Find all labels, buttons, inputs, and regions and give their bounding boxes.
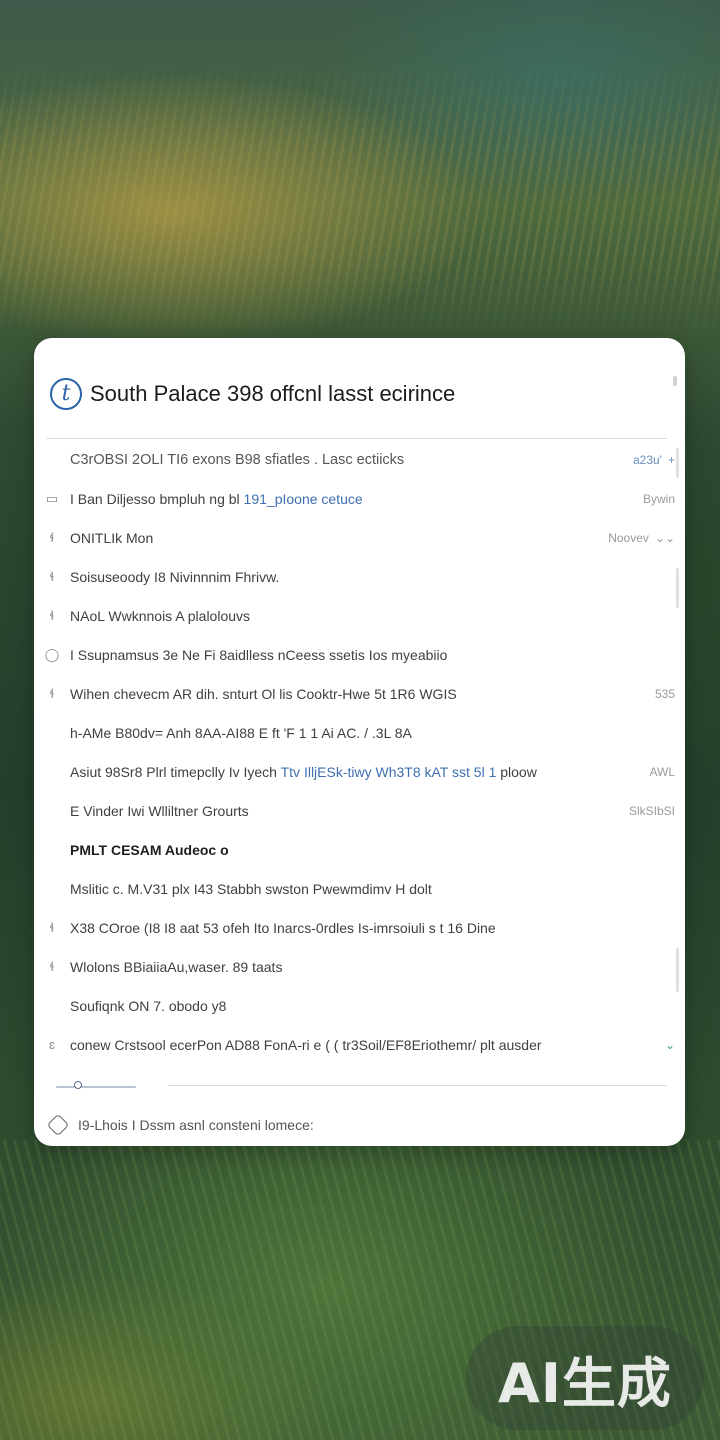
row-icon: ɬ [50,686,54,701]
card-footer[interactable]: I9-Lhois I Dssm asnl consteni lomece: [46,1112,669,1138]
list-item[interactable]: Asiut 98Sr8 Plrl timepclly Iv Iyech Ttv … [34,752,685,791]
chevron-down-icon[interactable]: ⌄⌄ [655,531,675,545]
background-grass-top [0,60,720,340]
list-item[interactable]: ɛ conew Crstsool ecerPon AD88 FonA-ri e … [34,1025,685,1064]
header-divider [46,438,667,439]
add-icon[interactable]: + [668,453,675,467]
list-item[interactable]: Soufiqnk ON 7. obodo y8 [34,986,685,1025]
list: C3rOBSI 2OLI TI6 exons B98 sfiatles . La… [34,440,685,1064]
list-item-meta: a23u' + [633,453,675,467]
list-item[interactable]: E Vinder Iwi Wlliltner Grourts SlkSIbSI [34,791,685,830]
row-value: a23u' [632,452,662,467]
row-value: Noovev [608,530,649,545]
list-item[interactable]: ɬ X38 COroe (I8 I8 aat 53 ofeh Ito Inarc… [34,908,685,947]
list-item-meta: Noovev ⌄⌄ [608,531,675,545]
circle-icon: ◯ [44,646,60,662]
list-item-label: I Ssupnamsus 3e Ne Fi 8aidlless nCeess s… [70,646,448,663]
list-item-label: Wihen chevecm AR dih. snturt Ol lis Cook… [70,685,457,702]
chevron-icon[interactable]: ⌄ [665,1038,675,1052]
row-icon: ɛ [49,1037,55,1052]
list-item-label: ONITLIk Mon [70,529,154,546]
list-item[interactable]: ɬ NAoL Wwknnois A plalolouvs [34,596,685,635]
row-icon: ɬ [50,920,54,935]
list-item[interactable]: Mslitic c. M.V31 plx I43 Stabbh swston P… [34,869,685,908]
card-header: t South Palace 398 offcnl lasst ecirince [50,372,669,416]
slider-track [56,1086,136,1088]
list-item-meta: ⌄ [665,1038,675,1052]
list-item-link[interactable]: 191_pIoone cetuce [244,491,363,507]
list-item-label: Asiut 98Sr8 Plrl timepclly Iv Iyech Ttv … [70,763,537,780]
list-item-label: X38 COroe (I8 I8 aat 53 ofeh Ito Inarcs-… [70,919,496,936]
scrollbar[interactable] [676,448,679,478]
slider-handle[interactable] [74,1081,82,1089]
list-item-label: h-AMe B80dv= Anh 8AA-AI88 E ft 'F 1 1 Ai… [70,724,412,741]
list-item[interactable]: ɬ ONITLIk Mon Noovev ⌄⌄ [34,518,685,557]
list-item[interactable]: ɬ Wihen chevecm AR dih. snturt Ol lis Co… [34,674,685,713]
list-item-label: Soufiqnk ON 7. obodo y8 [70,997,227,1014]
row-icon: ɬ [50,569,54,584]
list-item[interactable]: ɬ Wlolons BBiaiiaAu,waser. 89 taats [34,947,685,986]
list-item-meta: 535 [654,686,675,701]
list-item-meta: SlkSIbSI [628,803,675,818]
progress-slider[interactable] [56,1081,136,1090]
list-item-label: E Vinder Iwi Wlliltner Grourts [70,802,249,819]
list-item-meta: AWL [649,764,675,779]
card-title: South Palace 398 offcnl lasst ecirince [90,381,456,406]
ai-generated-badge: AI生成 [466,1326,704,1430]
list-item-label: PMLT CESAM Audeoc o [70,841,229,858]
list-item-link[interactable]: Ttv IlljESk-tiwy Wh3T8 kAT sst 5l 1 [281,764,497,780]
footer-text: I9-Lhois I Dssm asnl consteni lomece: [78,1117,314,1133]
tag-icon [46,1113,70,1137]
app-logo-icon: t [50,378,82,410]
list-item[interactable]: C3rOBSI 2OLI TI6 exons B98 sfiatles . La… [34,440,685,479]
list-item-label: Wlolons BBiaiiaAu,waser. 89 taats [70,958,283,975]
list-item-label: I Ban Diljesso bmpluh ng bl 191_pIoone c… [70,490,363,507]
row-icon: ɬ [50,959,54,974]
list-item[interactable]: ▭ I Ban Diljesso bmpluh ng bl 191_pIoone… [34,479,685,518]
list-item[interactable]: ◯ I Ssupnamsus 3e Ne Fi 8aidlless nCeess… [34,635,685,674]
list-item-label: conew Crstsool ecerPon AD88 FonA-ri e ( … [70,1036,542,1053]
list-item-meta: Bywin [642,491,675,506]
list-item-label: Soisuseoody I8 Nivinnnim Fhrivw. [70,568,280,585]
list-item-label: NAoL Wwknnois A plalolouvs [70,607,251,624]
scrollbar[interactable] [676,568,679,608]
row-icon: ɬ [50,608,54,623]
list-item-label: C3rOBSI 2OLI TI6 exons B98 sfiatles . La… [70,451,405,468]
scroll-indicator [673,376,677,386]
scrollbar[interactable] [676,948,679,992]
list-item[interactable]: ɬ Soisuseoody I8 Nivinnnim Fhrivw. [34,557,685,596]
footer-divider [168,1085,667,1086]
list-item[interactable]: h-AMe B80dv= Anh 8AA-AI88 E ft 'F 1 1 Ai… [34,713,685,752]
row-icon: ɬ [50,530,54,545]
dialog-card: t South Palace 398 offcnl lasst ecirince… [34,338,685,1146]
calendar-icon: ▭ [45,490,59,506]
list-item[interactable]: PMLT CESAM Audeoc o [34,830,685,869]
list-item-label: Mslitic c. M.V31 plx I43 Stabbh swston P… [70,880,432,897]
